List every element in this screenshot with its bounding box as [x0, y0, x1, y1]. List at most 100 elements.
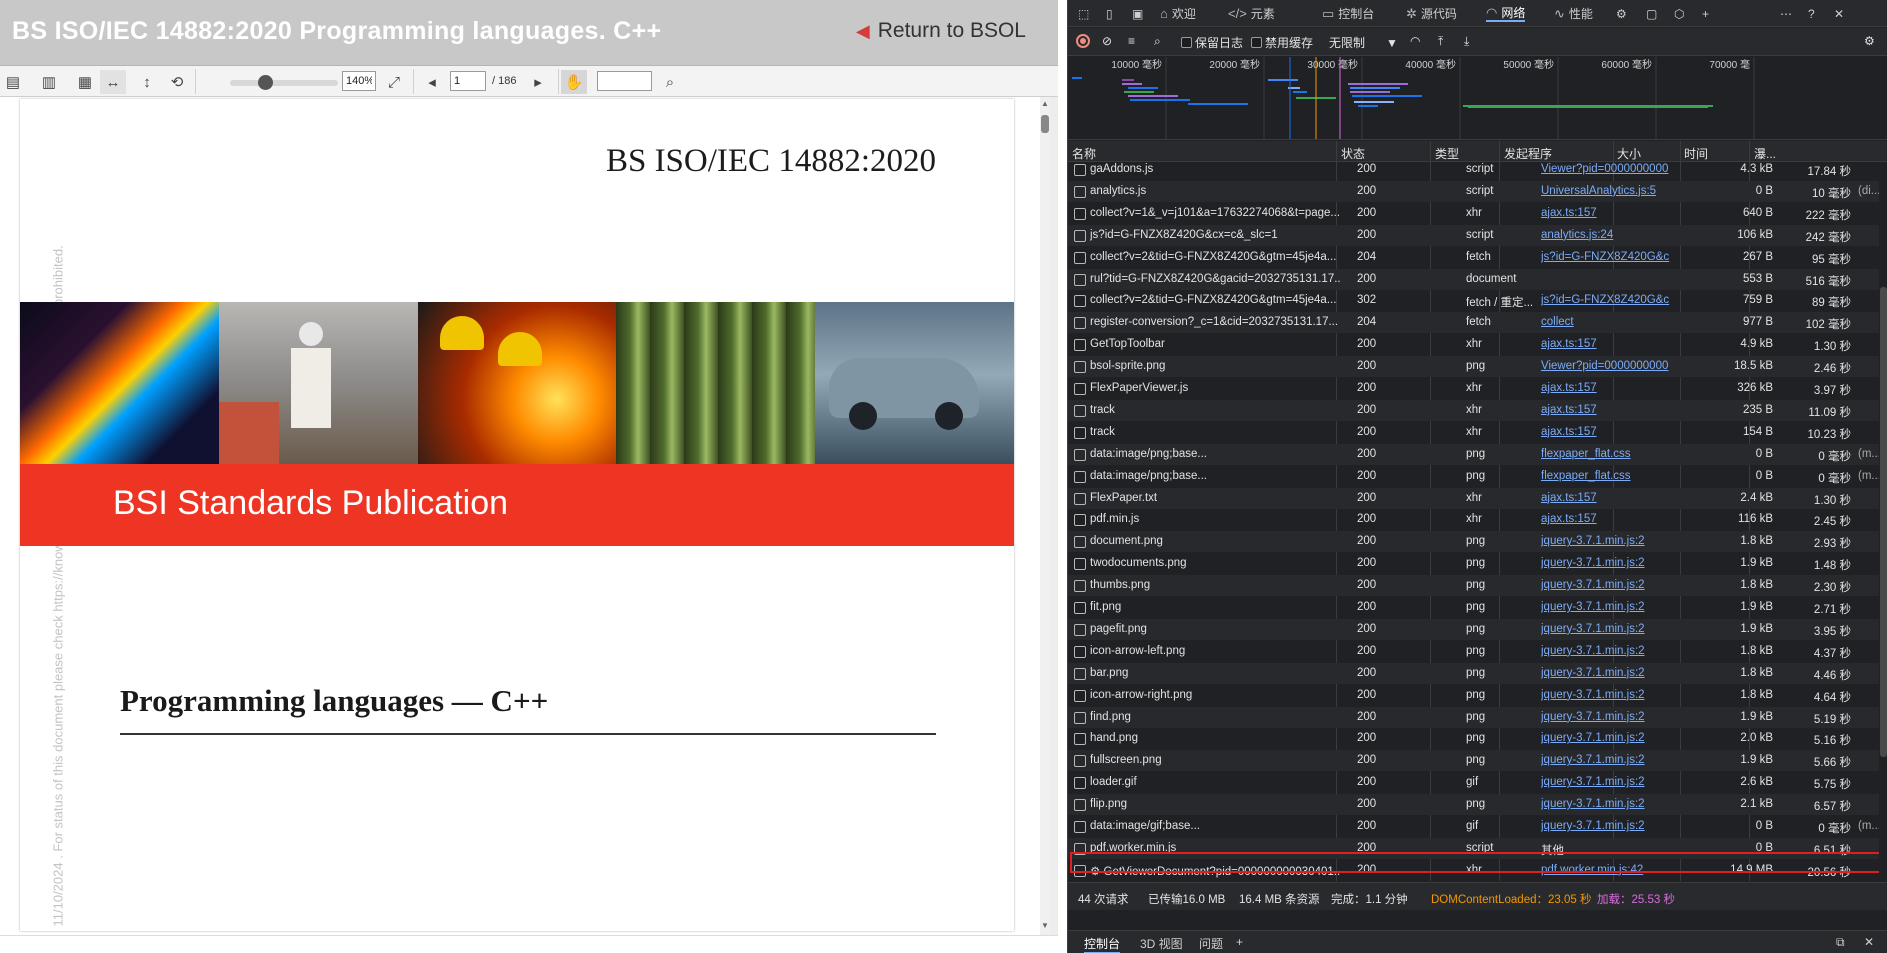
table-row[interactable]: gaAddons.js 200 script Viewer?pid=000000000… [1068, 162, 1887, 180]
column-initiator[interactable]: 发起程序 [1504, 145, 1552, 162]
search-icon[interactable]: ⌕ [1154, 34, 1161, 49]
table-row[interactable]: loader.gif 200 gif jquery-3.7.1.min.js:2 2.6… [1068, 772, 1887, 793]
request-initiator[interactable]: flexpaper_flat.css [1541, 470, 1674, 482]
table-row[interactable]: bar.png 200 png jquery-3.7.1.min.js:2 1.8 kB… [1068, 662, 1887, 684]
request-initiator[interactable]: jquery-3.7.1.min.js:2 [1541, 711, 1674, 723]
table-row[interactable]: track 200 xhr ajax.ts:157 154 B 10.23 秒 [1068, 422, 1887, 443]
hand-tool-icon[interactable]: ✋ [561, 70, 587, 94]
request-initiator[interactable]: collect [1541, 316, 1674, 328]
document-scrollbar[interactable]: ▲ ▼ [1040, 97, 1050, 935]
request-initiator[interactable]: pdf.worker.min.js:42 [1541, 864, 1674, 876]
request-initiator[interactable]: ajax.ts:157 [1541, 513, 1674, 525]
zoom-input[interactable] [342, 71, 376, 91]
table-row[interactable]: bsol-sprite.png 200 png Viewer?pid=00000000… [1068, 356, 1887, 378]
column-waterfall[interactable]: 瀑... [1754, 145, 1776, 162]
request-initiator[interactable]: jquery-3.7.1.min.js:2 [1541, 579, 1674, 591]
column-name[interactable]: 名称 [1072, 145, 1096, 162]
request-initiator[interactable]: ajax.ts:157 [1541, 426, 1674, 438]
add-tab-icon[interactable]: + [1702, 5, 1709, 22]
fullscreen-icon[interactable]: ⤢ [381, 70, 407, 94]
request-initiator[interactable]: Viewer?pid=0000000000 [1541, 360, 1674, 372]
table-row[interactable]: register-conversion?_c=1&cid=2032735131.… [1068, 312, 1887, 334]
request-initiator[interactable]: jquery-3.7.1.min.js:2 [1541, 667, 1674, 679]
scrollbar-thumb[interactable] [1880, 287, 1887, 757]
table-row[interactable]: GetTopToolbar 200 xhr ajax.ts:157 4.9 kB 1.30… [1068, 334, 1887, 355]
table-row[interactable]: data:image/png;base... 200 png flexpaper_fl… [1068, 443, 1887, 465]
table-row[interactable]: track 200 xhr ajax.ts:157 235 B 11.09 秒 [1068, 399, 1887, 421]
throttling-select[interactable]: 无限制 ▼ [1329, 34, 1398, 51]
request-initiator[interactable]: ajax.ts:157 [1541, 382, 1674, 394]
table-row[interactable]: ⚙ GetViewerDocument?pid=000000000030401.… [1068, 860, 1887, 880]
request-initiator[interactable]: jquery-3.7.1.min.js:2 [1541, 623, 1674, 635]
more-options-icon[interactable]: ⋯ [1780, 5, 1792, 22]
record-icon[interactable] [1076, 34, 1090, 48]
zoom-slider[interactable] [230, 75, 338, 90]
tab-welcome[interactable]: ⌂ 欢迎 [1160, 5, 1196, 22]
network-settings-icon[interactable]: ⚙ [1864, 34, 1875, 48]
request-initiator[interactable]: jquery-3.7.1.min.js:2 [1541, 798, 1674, 810]
close-drawer-icon[interactable]: ✕ [1864, 935, 1874, 949]
table-row[interactable]: rul?tid=G-FNZX8Z420G&gacid=2032735131.17… [1068, 268, 1887, 290]
drawer-tab-console[interactable]: 控制台 [1084, 935, 1121, 953]
table-row[interactable]: data:image/png;base... 200 png flexpaper_fl… [1068, 466, 1887, 487]
table-row[interactable]: flip.png 200 png jquery-3.7.1.min.js:2 2.1 k… [1068, 794, 1887, 816]
rotate-icon[interactable]: ⟲ [164, 70, 190, 94]
document-area[interactable]: 11/10/2024 . For status of this document… [0, 97, 1058, 935]
table-row[interactable]: pagefit.png 200 png jquery-3.7.1.min.js:2 1.… [1068, 618, 1887, 640]
table-row[interactable]: FlexPaper.txt 200 xhr ajax.ts:157 2.4 kB 1.30… [1068, 487, 1887, 509]
request-initiator[interactable]: UniversalAnalytics.js:5 [1541, 185, 1674, 197]
preserve-log-checkbox[interactable]: 保留日志 [1181, 34, 1243, 51]
search-input[interactable] [597, 71, 652, 91]
table-row[interactable]: pdf.worker.min.js 200 script 其他 0 B 6.51 秒 [1068, 837, 1887, 859]
table-row[interactable]: collect?v=2&tid=G-FNZX8Z420G&gtm=45je4a.… [1068, 290, 1887, 311]
tab-performance[interactable]: ∿ 性能 [1554, 5, 1593, 22]
column-status[interactable]: 状态 [1341, 145, 1365, 162]
fit-height-icon[interactable]: ↕ [134, 70, 160, 94]
add-drawer-tab-icon[interactable]: + [1236, 935, 1243, 949]
table-row[interactable]: thumbs.png 200 png jquery-3.7.1.min.js:2 1.8… [1068, 575, 1887, 597]
tab-network[interactable]: ◠ 网络 [1486, 5, 1526, 22]
request-initiator[interactable]: jquery-3.7.1.min.js:2 [1541, 754, 1674, 766]
export-har-icon[interactable]: ⤓ [1464, 34, 1469, 49]
close-icon[interactable]: ✕ [1834, 5, 1844, 22]
request-initiator[interactable]: jquery-3.7.1.min.js:2 [1541, 689, 1674, 701]
search-icon[interactable]: ⌕ [657, 70, 683, 94]
inspect-element-icon[interactable]: ⬚ [1078, 5, 1089, 22]
gear-icon[interactable]: ⚙ [1616, 5, 1627, 22]
import-har-icon[interactable]: ⤒ [1438, 34, 1443, 49]
table-row[interactable]: document.png 200 png jquery-3.7.1.min.js:2 1… [1068, 531, 1887, 553]
filter-icon[interactable]: ≡ [1128, 34, 1135, 48]
drawer-tab-issues[interactable]: 问题 [1199, 935, 1223, 952]
request-initiator[interactable]: analytics.js:24 [1541, 229, 1674, 241]
table-row[interactable]: FlexPaperViewer.js 200 xhr ajax.ts:157 326 k… [1068, 378, 1887, 399]
request-initiator[interactable]: js?id=G-FNZX8Z420G&c [1541, 294, 1674, 306]
tab-elements[interactable]: </> 元素 [1228, 5, 1275, 22]
request-initiator[interactable]: ajax.ts:157 [1541, 404, 1674, 416]
application-icon[interactable]: ▢ [1646, 5, 1657, 22]
request-table-scrollbar[interactable] [1879, 162, 1887, 880]
table-row[interactable]: fullscreen.png 200 png jquery-3.7.1.min.js:… [1068, 750, 1887, 772]
scroll-down-icon[interactable]: ▼ [1040, 921, 1050, 930]
cube-icon[interactable]: ⬡ [1674, 5, 1684, 22]
table-row[interactable]: twodocuments.png 200 png jquery-3.7.1.min.j… [1068, 553, 1887, 574]
request-initiator[interactable]: jquery-3.7.1.min.js:2 [1541, 557, 1674, 569]
table-row[interactable]: find.png 200 png jquery-3.7.1.min.js:2 1.9 k… [1068, 706, 1887, 728]
request-initiator[interactable]: js?id=G-FNZX8Z420G&c [1541, 251, 1674, 263]
disable-cache-checkbox[interactable]: 禁用缓存 [1251, 34, 1313, 51]
print-icon[interactable]: ▤ [0, 70, 26, 94]
drawer-tab-3d-view[interactable]: 3D 视图 [1140, 935, 1183, 952]
table-row[interactable]: data:image/gif;base... 200 gif jquery-3.7.1… [1068, 816, 1887, 837]
table-row[interactable]: hand.png 200 png jquery-3.7.1.min.js:2 2.0 k… [1068, 728, 1887, 749]
scrollbar-thumb[interactable] [1041, 115, 1049, 133]
request-initiator[interactable]: jquery-3.7.1.min.js:2 [1541, 732, 1674, 744]
request-initiator[interactable]: jquery-3.7.1.min.js:2 [1541, 820, 1674, 832]
dock-icon[interactable]: ⧉ [1836, 935, 1845, 950]
network-overview[interactable]: 10000 毫秒 20000 毫秒 30000 毫秒 40000 毫秒 50000 毫秒… [1068, 57, 1887, 140]
column-type[interactable]: 类型 [1435, 145, 1459, 162]
table-row[interactable]: icon-arrow-left.png 200 png jquery-3.7.1.mi… [1068, 641, 1887, 662]
help-icon[interactable]: ? [1808, 5, 1815, 22]
table-row[interactable]: collect?v=1&_v=j101&a=17632274068&t=page… [1068, 203, 1887, 224]
table-row[interactable]: collect?v=2&tid=G-FNZX8Z420G&gtm=45je4a.… [1068, 247, 1887, 268]
request-initiator[interactable]: 其他 [1541, 842, 1674, 858]
device-toolbar-icon[interactable]: ▯ [1106, 5, 1113, 22]
